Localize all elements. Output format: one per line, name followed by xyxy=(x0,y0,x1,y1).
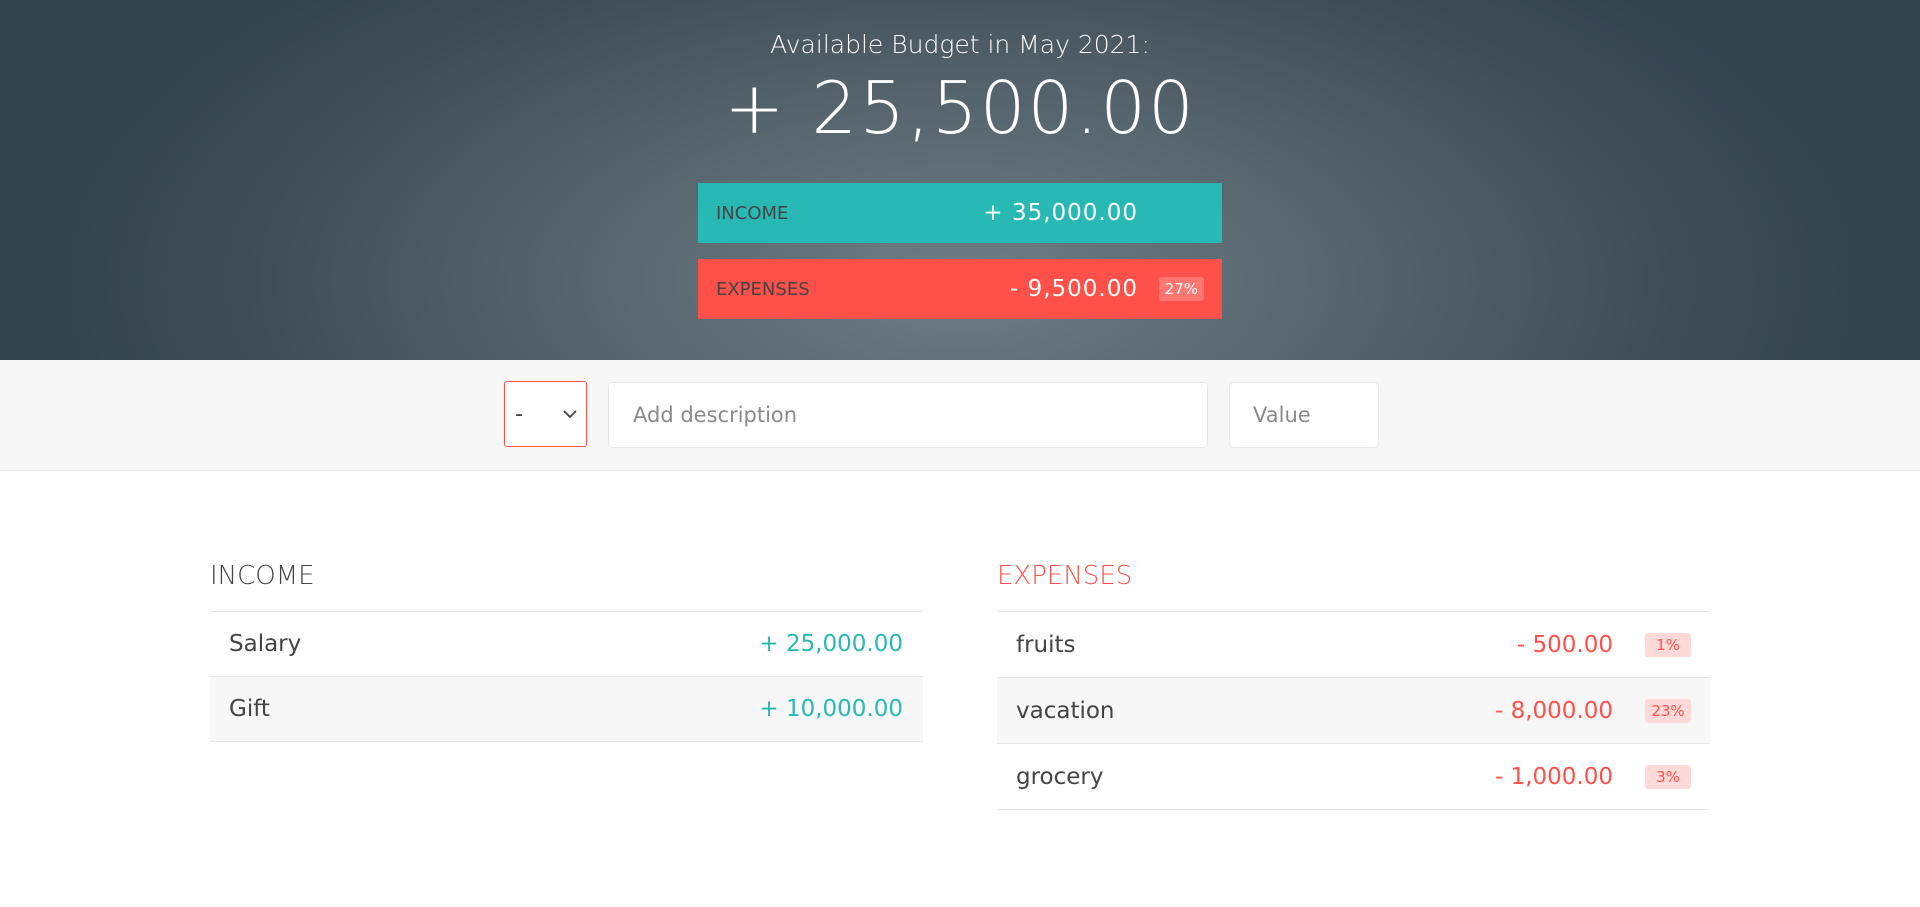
item-percentage-badge: 1% xyxy=(1645,632,1691,657)
item-description: grocery xyxy=(1016,763,1104,790)
item-value: - 1,000.00 xyxy=(1494,763,1613,790)
list-item: vacation - 8,000.00 23% xyxy=(997,678,1710,744)
income-summary-label: Income xyxy=(716,202,789,224)
budget-title: Available Budget in May 2021: xyxy=(770,30,1150,59)
description-input[interactable] xyxy=(608,382,1208,448)
item-percentage-badge: 23% xyxy=(1645,698,1691,723)
type-select[interactable]: - xyxy=(504,381,587,447)
item-description: fruits xyxy=(1016,631,1076,658)
list-item: Salary + 25,000.00 xyxy=(210,612,923,677)
chevron-down-icon xyxy=(563,410,577,419)
list-item: fruits - 500.00 1% xyxy=(997,612,1710,678)
expenses-summary: Expenses - 9,500.00 27% xyxy=(698,259,1222,319)
item-description: vacation xyxy=(1016,697,1115,724)
list-item: Gift + 10,000.00 xyxy=(210,677,923,742)
income-list: Income Salary + 25,000.00 Gift + 10,000.… xyxy=(210,556,923,742)
value-input[interactable] xyxy=(1229,382,1379,448)
item-value: + 25,000.00 xyxy=(759,631,903,657)
list-item: grocery - 1,000.00 3% xyxy=(997,744,1710,810)
income-summary-value: + 35,000.00 xyxy=(983,200,1138,226)
expenses-percentage-badge: 27% xyxy=(1158,277,1204,301)
income-list-title: Income xyxy=(210,556,923,612)
item-value: + 10,000.00 xyxy=(759,696,903,722)
add-entry-bar: - xyxy=(0,360,1920,471)
income-summary: Income + 35,000.00 xyxy=(698,183,1222,243)
item-description: Gift xyxy=(229,696,270,722)
item-value: - 8,000.00 xyxy=(1494,697,1613,724)
expenses-summary-label: Expenses xyxy=(716,278,810,300)
item-value: - 500.00 xyxy=(1516,631,1613,658)
expenses-list: Expenses fruits - 500.00 1% vacation - 8… xyxy=(997,556,1710,810)
expenses-list-title: Expenses xyxy=(997,556,1710,612)
budget-value: + 25,500.00 xyxy=(724,66,1196,150)
expenses-summary-value: - 9,500.00 xyxy=(1009,276,1138,302)
type-select-value: - xyxy=(515,401,523,427)
item-percentage-badge: 3% xyxy=(1645,764,1691,789)
budget-header: Available Budget in May 2021: + 25,500.0… xyxy=(0,0,1920,360)
item-description: Salary xyxy=(229,631,302,657)
